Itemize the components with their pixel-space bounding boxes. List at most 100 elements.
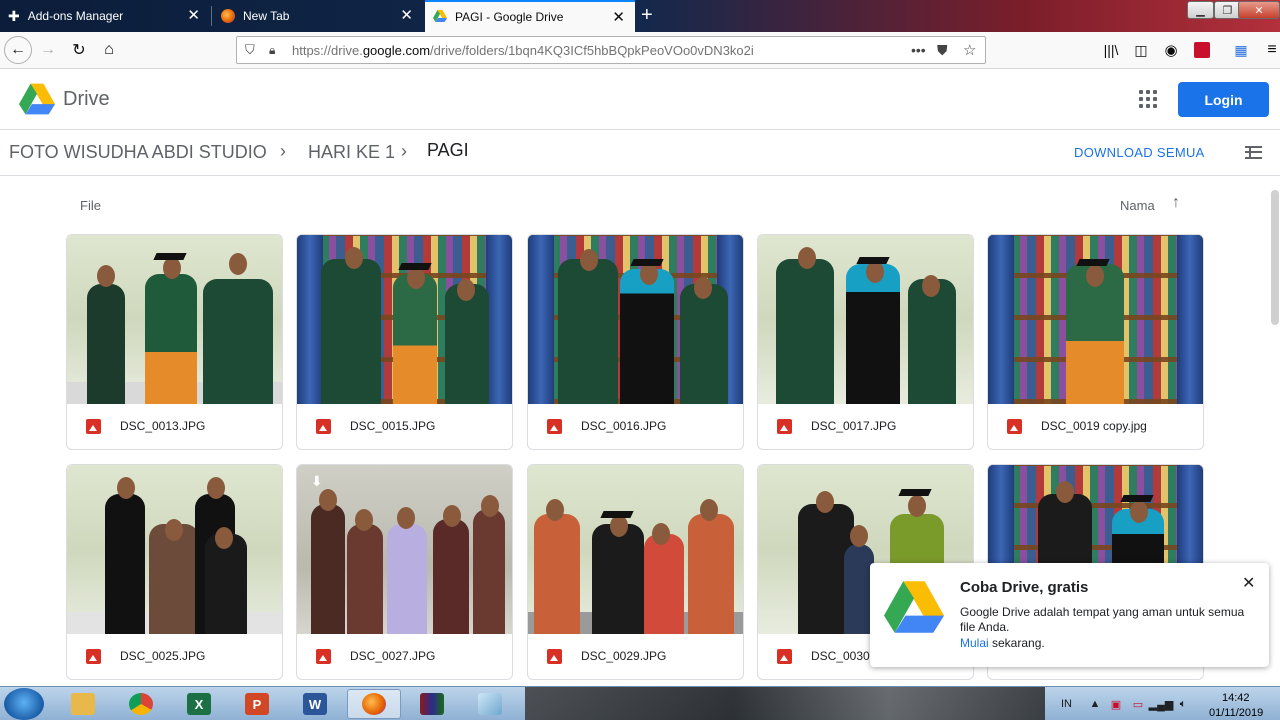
file-thumbnail[interactable] — [297, 235, 512, 404]
tab-pagi-google-drive[interactable]: PAGI - Google Drive ✕ — [425, 0, 635, 32]
lock-icon[interactable]: 🔒︎ — [269, 43, 275, 58]
image-file-icon — [777, 649, 792, 664]
url-text[interactable]: https://drive.google.com/drive/folders/1… — [292, 43, 754, 58]
drive-wordmark[interactable]: Drive — [63, 88, 110, 111]
promo-start-link[interactable]: Mulai — [960, 636, 989, 650]
file-name: DSC_0029.JPG — [581, 649, 667, 663]
tab-separator — [211, 6, 212, 26]
image-file-icon — [86, 419, 101, 434]
image-file-icon — [316, 419, 331, 434]
url-bar[interactable]: ⛉ 🔒︎ https://drive.google.com/drive/fold… — [236, 36, 986, 64]
file-card[interactable]: DSC_0016.JPG — [527, 234, 744, 450]
chevron-right-icon: › — [280, 141, 286, 161]
windows-taskbar: X P W IN ▲ ▣ ▭ ▂▄▆ 🔈︎ 14:42 01/11/2019 — [0, 686, 1280, 720]
drive-icon — [433, 9, 447, 25]
clock-date[interactable]: 01/11/2019 — [1209, 707, 1263, 719]
file-name: DSC_0030 — [811, 649, 870, 663]
file-card[interactable]: DSC_0015.JPG — [296, 234, 513, 450]
clock-time[interactable]: 14:42 — [1222, 692, 1250, 704]
file-card[interactable]: DSC_0013.JPG — [66, 234, 283, 450]
try-drive-promo-popup: Coba Drive, gratis Google Drive adalah t… — [870, 563, 1269, 667]
image-file-icon — [316, 649, 331, 664]
network-signal-icon[interactable]: ▂▄▆ — [1149, 697, 1174, 711]
section-label: File — [80, 198, 101, 213]
file-thumbnail[interactable] — [758, 235, 973, 404]
pocket-icon[interactable]: ⛊ — [937, 42, 948, 59]
close-tab-icon[interactable]: ✕ — [612, 10, 625, 25]
file-name: DSC_0013.JPG — [120, 419, 206, 433]
firefox-taskbar-icon[interactable] — [347, 689, 401, 719]
breadcrumb-item-root[interactable]: FOTO WISUDHA ABDI STUDIO — [9, 142, 267, 163]
tab-new-tab[interactable]: New Tab ✕ — [213, 0, 423, 32]
file-thumbnail[interactable]: ⬇ — [297, 465, 512, 634]
sort-ascending-arrow-icon[interactable]: ↑ — [1172, 194, 1180, 212]
file-name: DSC_0015.JPG — [350, 419, 436, 433]
file-card[interactable]: DSC_0025.JPG — [66, 464, 283, 680]
browser-navigation-bar: ← → ↻ ⌂ ⛉ 🔒︎ https://drive.google.com/dr… — [0, 32, 1280, 69]
page-actions-icon[interactable]: ••• — [911, 42, 926, 58]
tab-title: PAGI - Google Drive — [455, 10, 564, 24]
chrome-icon[interactable] — [114, 689, 168, 719]
file-thumbnail[interactable] — [67, 235, 282, 404]
drive-logo-icon[interactable] — [19, 83, 55, 120]
taskbar-background-image — [525, 687, 1045, 720]
powerpoint-icon[interactable]: P — [230, 689, 284, 719]
close-icon[interactable]: ✕ — [1242, 573, 1255, 593]
app-window-icon[interactable] — [463, 689, 517, 719]
list-view-icon[interactable] — [1245, 146, 1262, 159]
download-all-button[interactable]: DOWNLOAD SEMUA — [1074, 145, 1205, 160]
file-card[interactable]: DSC_0017.JPG — [757, 234, 974, 450]
bookmark-star-icon[interactable]: ☆ — [963, 41, 976, 59]
promo-title: Coba Drive, gratis — [960, 579, 1089, 596]
file-card-footer: DSC_0013.JPG — [67, 404, 282, 449]
scrollbar[interactable] — [1271, 190, 1279, 325]
pdf-tray-icon[interactable]: ▣ — [1109, 697, 1123, 711]
tab-addons-manager[interactable]: ✚ Add-ons Manager ✕ — [0, 0, 210, 32]
word-icon[interactable]: W — [288, 689, 342, 719]
drive-header: Drive Login — [0, 70, 1280, 130]
pdf-extension-icon[interactable] — [1192, 40, 1212, 60]
forward-arrow-icon[interactable]: → — [38, 40, 58, 60]
login-button[interactable]: Login — [1178, 82, 1269, 117]
show-hidden-icons-icon[interactable]: ▲ — [1088, 697, 1102, 711]
winrar-icon[interactable] — [405, 689, 459, 719]
file-card[interactable]: DSC_0019 copy.jpg — [987, 234, 1204, 450]
file-thumbnail[interactable] — [528, 235, 743, 404]
file-thumbnail[interactable] — [67, 465, 282, 634]
extensions-icon[interactable]: ▦ — [1231, 40, 1251, 60]
chevron-right-icon: › — [401, 141, 407, 161]
minimize-window-icon[interactable]: ▁ — [1187, 1, 1214, 19]
new-tab-plus-icon[interactable]: + — [641, 4, 653, 26]
home-icon[interactable]: ⌂ — [99, 40, 119, 60]
file-explorer-icon[interactable] — [56, 689, 110, 719]
breadcrumb-item-day[interactable]: HARI KE 1 — [308, 142, 395, 163]
back-arrow-icon[interactable]: ← — [4, 36, 32, 64]
download-icon[interactable]: ⬇ — [311, 473, 323, 490]
start-button[interactable] — [4, 688, 44, 720]
breadcrumb-item-current: PAGI — [427, 140, 469, 160]
file-name: DSC_0025.JPG — [120, 649, 206, 663]
browser-tab-bar: ✚ Add-ons Manager ✕ New Tab ✕ PAGI - Goo… — [0, 0, 1280, 32]
excel-icon[interactable]: X — [172, 689, 226, 719]
maximize-window-icon[interactable]: ❐ — [1214, 1, 1241, 19]
battery-icon[interactable]: ▭ — [1131, 697, 1145, 711]
tab-title: Add-ons Manager — [27, 9, 124, 23]
menu-icon[interactable]: ≡ — [1262, 40, 1280, 60]
account-icon[interactable]: ◉ — [1161, 40, 1181, 60]
close-tab-icon[interactable]: ✕ — [187, 8, 200, 23]
close-window-icon[interactable]: ✕ — [1238, 1, 1280, 19]
file-card[interactable]: ⬇ DSC_0027.JPG — [296, 464, 513, 680]
shield-icon[interactable]: ⛉ — [245, 42, 255, 58]
language-indicator[interactable]: IN — [1061, 698, 1072, 710]
reload-icon[interactable]: ↻ — [69, 40, 89, 60]
library-icon[interactable]: |||\ — [1101, 40, 1121, 60]
file-thumbnail[interactable] — [988, 235, 1203, 404]
google-apps-icon[interactable] — [1139, 90, 1157, 108]
file-thumbnail[interactable] — [528, 465, 743, 634]
image-file-icon — [547, 419, 562, 434]
sort-by-name-button[interactable]: Nama — [1120, 198, 1155, 213]
volume-icon[interactable]: 🔈︎ — [1176, 697, 1190, 711]
close-tab-icon[interactable]: ✕ — [400, 8, 413, 23]
file-card[interactable]: DSC_0029.JPG — [527, 464, 744, 680]
sidebar-icon[interactable]: ◫ — [1131, 40, 1151, 60]
